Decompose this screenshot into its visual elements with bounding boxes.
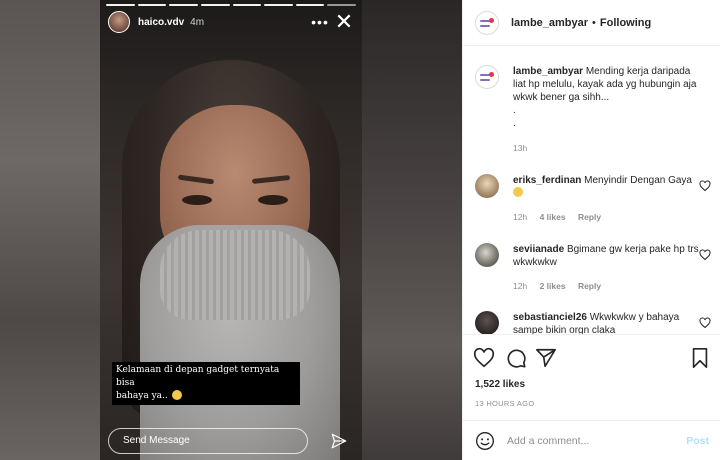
- comment-username[interactable]: seviianade: [513, 244, 564, 255]
- bookmark-icon[interactable]: [689, 347, 711, 369]
- following-button[interactable]: Following: [600, 17, 651, 29]
- thinking-emoji-icon: [171, 390, 182, 400]
- comment-username[interactable]: eriks_ferdinan: [513, 175, 581, 186]
- story-caption: Kelamaan di depan gadget ternyata bisa b…: [112, 362, 300, 405]
- comment-text-block: eriks_ferdinan Menyindir Dengan Gaya: [513, 174, 703, 200]
- story-caption-line1: Kelamaan di depan gadget ternyata bisa: [116, 365, 280, 388]
- story-progress-segment: [232, 4, 262, 6]
- add-comment-input[interactable]: [507, 434, 677, 447]
- send-icon[interactable]: [330, 432, 348, 450]
- comments-list[interactable]: lambe_ambyar Mending kerja daripada liat…: [463, 47, 720, 334]
- avatar[interactable]: [475, 243, 499, 267]
- comment-meta: 12h 4 likes Reply: [513, 212, 611, 222]
- story-frame[interactable]: haico.vdv 4m ••• ✕ Kelamaan di depan gad…: [100, 0, 362, 460]
- story-background-left: [0, 0, 100, 460]
- caption-time: 13h: [513, 143, 528, 153]
- share-icon[interactable]: [535, 347, 557, 369]
- smiley-icon[interactable]: [475, 431, 495, 451]
- post-header: lambe_ambyar • Following: [463, 0, 720, 46]
- avatar[interactable]: [475, 174, 499, 198]
- post-button[interactable]: Post: [686, 435, 709, 447]
- comment-text-block: seviianade Bgimane gw kerja pake hp trs …: [513, 243, 703, 269]
- story-username[interactable]: haico.vdv: [138, 17, 184, 28]
- story-viewer: haico.vdv 4m ••• ✕ Kelamaan di depan gad…: [0, 0, 462, 460]
- comment-likes[interactable]: 4 likes: [540, 212, 566, 222]
- comment-time: 12h: [513, 281, 528, 291]
- story-background-right: [362, 0, 462, 460]
- post-caption: lambe_ambyar Mending kerja daripada liat…: [475, 65, 715, 165]
- story-progress-segment: [200, 4, 230, 6]
- close-icon[interactable]: ✕: [332, 11, 356, 33]
- avatar[interactable]: [475, 311, 499, 334]
- story-progress-segment: [264, 4, 293, 6]
- story-progress-segment: [137, 4, 167, 6]
- list-item: eriks_ferdinan Menyindir Dengan Gaya 12h…: [475, 174, 715, 226]
- caption-dot: .: [513, 118, 516, 129]
- reply-button[interactable]: Reply: [578, 212, 601, 222]
- post-panel: lambe_ambyar • Following lambe_ambyar Me…: [462, 0, 720, 460]
- story-header: haico.vdv 4m ••• ✕: [108, 10, 356, 34]
- comment-text: Menyindir Dengan Gaya: [584, 175, 692, 186]
- header-separator: •: [592, 16, 596, 29]
- reply-button[interactable]: Reply: [578, 281, 601, 291]
- list-item: sebastianciel26 Wkwkwkw y bahaya sampe b…: [475, 311, 715, 334]
- comment-text-block: sebastianciel26 Wkwkwkw y bahaya sampe b…: [513, 311, 703, 334]
- caption-username[interactable]: lambe_ambyar: [513, 66, 583, 77]
- caption-text-block: lambe_ambyar Mending kerja daripada liat…: [513, 65, 703, 130]
- add-comment-bar: Post: [463, 420, 720, 460]
- avatar[interactable]: [475, 65, 499, 89]
- story-reply-placeholder: Send Message: [123, 435, 190, 446]
- comment-time: 12h: [513, 212, 528, 222]
- caption-dot: .: [513, 105, 516, 116]
- ellipsis-horizontal-icon[interactable]: •••: [308, 14, 332, 30]
- caption-meta: 13h: [513, 143, 537, 153]
- story-progress-bar: [106, 4, 356, 6]
- story-avatar[interactable]: [108, 11, 130, 33]
- avatar[interactable]: [475, 10, 499, 35]
- post-actions: 1,522 likes 13 HOURS AGO: [463, 334, 720, 414]
- post-author-username[interactable]: lambe_ambyar: [511, 17, 588, 29]
- comment-username[interactable]: sebastianciel26: [513, 312, 587, 323]
- story-progress-segment: [327, 4, 356, 6]
- story-time: 4m: [190, 16, 205, 28]
- story-progress-segment: [106, 4, 135, 6]
- list-item: seviianade Bgimane gw kerja pake hp trs …: [475, 243, 715, 295]
- comment-likes[interactable]: 2 likes: [540, 281, 566, 291]
- likes-count[interactable]: 1,522 likes: [475, 379, 525, 390]
- story-caption-line2: bahaya ya..: [116, 391, 168, 401]
- heart-icon[interactable]: [699, 317, 711, 329]
- laughing-emoji-icon: [513, 187, 523, 197]
- heart-icon[interactable]: [699, 180, 711, 192]
- comment-meta: 12h 2 likes Reply: [513, 281, 611, 291]
- post-timestamp: 13 HOURS AGO: [475, 399, 535, 408]
- comment-icon[interactable]: [505, 347, 527, 369]
- story-photo-collar: [160, 230, 310, 320]
- story-progress-segment: [169, 4, 198, 6]
- story-reply-input[interactable]: Send Message: [108, 428, 308, 454]
- heart-icon[interactable]: [473, 347, 495, 369]
- story-progress-segment: [295, 4, 325, 6]
- heart-icon[interactable]: [699, 249, 711, 261]
